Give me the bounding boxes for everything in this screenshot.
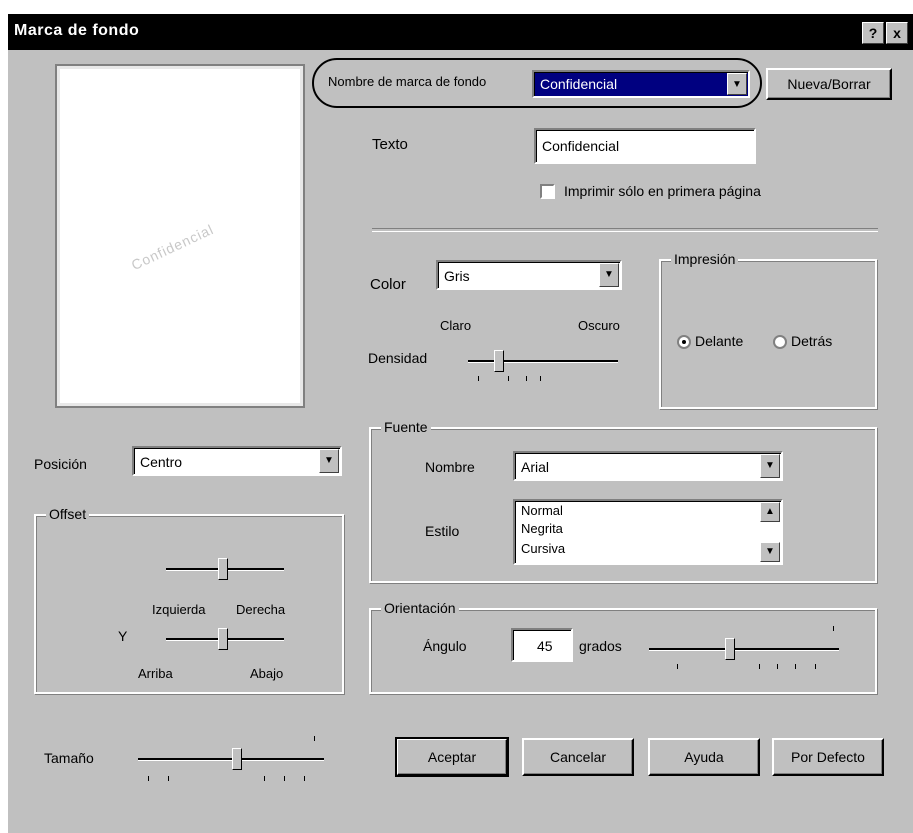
- y-bottom-label: Abajo: [250, 666, 284, 681]
- tick: [264, 776, 265, 781]
- rotation-group: Orientación Ángulo 45 grados: [369, 600, 877, 694]
- angle-slider[interactable]: [725, 638, 735, 660]
- tick: [304, 776, 305, 781]
- x-right-label: Derecha: [236, 602, 286, 617]
- density-light-label: Claro: [440, 318, 472, 333]
- color-value: Gris: [444, 268, 470, 284]
- angle-input[interactable]: 45: [511, 628, 573, 662]
- chevron-down-icon[interactable]: ▼: [760, 542, 780, 562]
- tick: [478, 376, 479, 381]
- rotation-label: Orientación: [381, 600, 459, 616]
- tick: [526, 376, 527, 381]
- tick: [508, 376, 509, 381]
- chevron-down-icon[interactable]: ▼: [727, 73, 747, 95]
- font-style-label: Estilo: [425, 523, 460, 539]
- cancel-button[interactable]: Cancelar: [522, 738, 634, 776]
- color-label: Color: [370, 276, 406, 293]
- front-radio[interactable]: [677, 335, 691, 349]
- text-input-value: Confidencial: [542, 138, 620, 154]
- watermark-preview: Confidencial: [57, 66, 303, 406]
- list-item[interactable]: Normal: [521, 503, 563, 518]
- chevron-down-icon[interactable]: ▼: [599, 263, 619, 287]
- first-page-checkbox[interactable]: [540, 184, 555, 199]
- offset-label: Offset: [46, 506, 90, 522]
- new-delete-button[interactable]: Nueva/Borrar: [766, 68, 892, 100]
- density-track: [468, 360, 618, 363]
- size-slider[interactable]: [232, 748, 242, 770]
- front-label: Delante: [695, 333, 744, 349]
- offset-group: Offset Izquierda Derecha Y Arriba Abajo: [34, 506, 344, 694]
- y-label: Y: [118, 628, 128, 644]
- title-bar: Marca de fondo ? x: [8, 14, 913, 50]
- tick: [759, 664, 760, 669]
- tick: [314, 736, 315, 741]
- list-item[interactable]: Negrita: [521, 521, 563, 536]
- degrees-label: grados: [579, 638, 622, 654]
- watermark-name-label: Nombre de marca de fondo: [328, 74, 487, 89]
- defaults-button[interactable]: Por Defecto: [772, 738, 884, 776]
- print-mode-group: Impresión Delante Detrás: [659, 251, 877, 409]
- back-radio[interactable]: [773, 335, 787, 349]
- density-dark-label: Oscuro: [578, 318, 620, 333]
- angle-value: 45: [537, 638, 553, 654]
- angle-label: Ángulo: [423, 638, 467, 654]
- chevron-down-icon[interactable]: ▼: [760, 454, 780, 478]
- density-slider[interactable]: [494, 350, 504, 372]
- font-name-label: Nombre: [425, 459, 475, 475]
- tick: [148, 776, 149, 781]
- font-group: Fuente Nombre Arial ▼ Estilo Normal Negr…: [369, 419, 877, 583]
- y-top-label: Arriba: [138, 666, 173, 681]
- first-page-label: Imprimir sólo en primera página: [564, 183, 761, 199]
- tick: [777, 664, 778, 669]
- x-offset-slider[interactable]: [218, 558, 228, 580]
- print-mode-label: Impresión: [671, 251, 739, 267]
- tick: [795, 664, 796, 669]
- font-group-label: Fuente: [381, 419, 431, 435]
- chevron-down-icon[interactable]: ▼: [319, 449, 339, 473]
- watermark-name-dropdown[interactable]: Confidencial ▼: [532, 70, 750, 98]
- close-icon[interactable]: x: [886, 22, 908, 44]
- tick: [540, 376, 541, 381]
- list-item[interactable]: Cursiva: [521, 541, 565, 556]
- tick: [677, 664, 678, 669]
- density-label: Densidad: [368, 350, 428, 366]
- help-icon[interactable]: ?: [862, 22, 884, 44]
- y-offset-slider[interactable]: [218, 628, 228, 650]
- tick: [168, 776, 169, 781]
- angle-track: [649, 648, 839, 651]
- watermark-dialog: Marca de fondo ? x Confidencial Nombre d…: [8, 14, 913, 833]
- font-name-value: Arial: [521, 459, 550, 475]
- position-label: Posición: [34, 456, 87, 472]
- font-name-dropdown[interactable]: Arial ▼: [513, 451, 783, 481]
- ok-button[interactable]: Aceptar: [395, 737, 509, 777]
- window-title: Marca de fondo: [14, 22, 140, 39]
- back-label: Detrás: [791, 333, 833, 349]
- text-input[interactable]: Confidencial: [534, 128, 756, 164]
- font-style-listbox[interactable]: Normal Negrita Cursiva ▲ ▼: [513, 499, 783, 565]
- tick: [833, 626, 834, 631]
- size-track: [138, 758, 324, 761]
- tick: [815, 664, 816, 669]
- position-value: Centro: [140, 454, 183, 470]
- preview-watermark-text: Confidencial: [128, 220, 217, 274]
- tick: [284, 776, 285, 781]
- position-dropdown[interactable]: Centro ▼: [132, 446, 342, 476]
- text-label: Texto: [372, 136, 408, 153]
- size-label: Tamaño: [44, 750, 94, 766]
- chevron-up-icon[interactable]: ▲: [760, 502, 780, 522]
- help-button[interactable]: Ayuda: [648, 738, 760, 776]
- separator: [372, 228, 878, 232]
- color-dropdown[interactable]: Gris ▼: [436, 260, 622, 290]
- watermark-name-value: Confidencial: [540, 76, 618, 92]
- x-left-label: Izquierda: [152, 602, 206, 617]
